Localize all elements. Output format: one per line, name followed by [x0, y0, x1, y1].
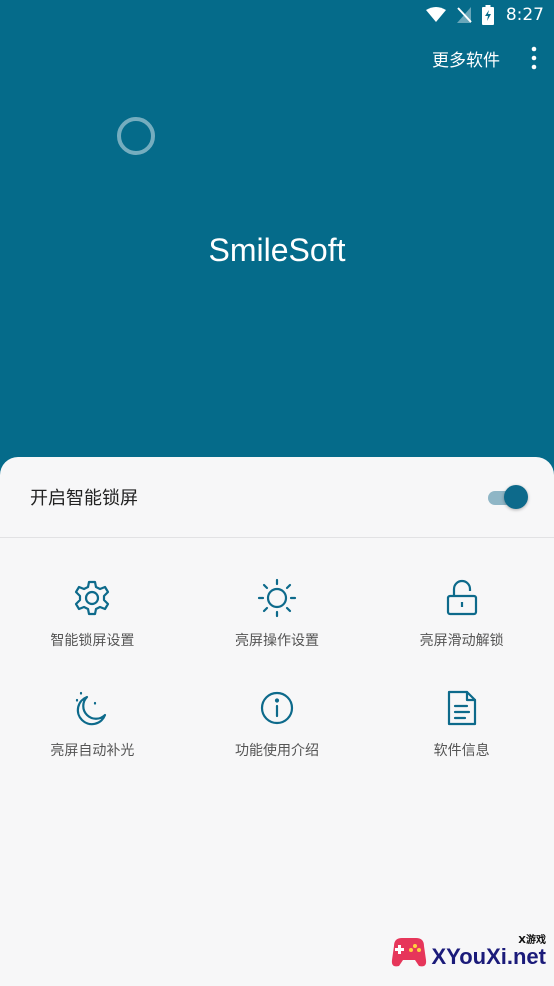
- feature-grid: 智能锁屏设置 亮屏操作设置 亮屏滑动解锁 亮屏自动补光 功能使用介绍 软件信息: [0, 538, 554, 760]
- info-icon: [257, 688, 297, 728]
- loading-spinner: [117, 117, 155, 155]
- grid-item-label: 智能锁屏设置: [50, 633, 135, 649]
- page-title: SmileSoft: [208, 232, 346, 268]
- grid-item-label: 亮屏自动补光: [50, 743, 135, 759]
- battery-charging-icon: [481, 5, 494, 25]
- smart-lock-switch[interactable]: [488, 485, 528, 509]
- grid-item-label: 软件信息: [433, 743, 490, 759]
- status-time: 8:27: [505, 5, 544, 25]
- grid-item-label: 功能使用介绍: [234, 743, 319, 759]
- grid-item-screen-on-settings[interactable]: 亮屏操作设置: [185, 578, 370, 650]
- signal-off-icon: [456, 6, 472, 24]
- unlock-icon: [442, 578, 482, 618]
- watermark-site-text: XYouXi.net: [431, 944, 547, 969]
- sun-icon: [257, 578, 297, 618]
- grid-item-label: 亮屏滑动解锁: [419, 633, 504, 649]
- watermark-text: X游戏 XYouXi.net: [432, 936, 547, 968]
- gear-icon: [72, 578, 112, 618]
- app-bar: 更多软件: [418, 36, 554, 80]
- settings-sheet: 开启智能锁屏 智能锁屏设置 亮屏操作设置 亮屏滑动解锁 亮屏自动补光 功能使用介…: [0, 457, 554, 986]
- gamepad-logo-icon: [388, 932, 428, 972]
- status-bar: 8:27: [0, 0, 554, 30]
- grid-item-auto-fill-light[interactable]: 亮屏自动补光: [0, 688, 185, 760]
- grid-item-lock-settings[interactable]: 智能锁屏设置: [0, 578, 185, 650]
- grid-item-software-info[interactable]: 软件信息: [369, 688, 554, 760]
- site-watermark: X游戏 XYouXi.net: [388, 932, 547, 972]
- moon-icon: [72, 688, 112, 728]
- toggle-label: 开启智能锁屏: [30, 488, 138, 509]
- grid-item-slide-unlock[interactable]: 亮屏滑动解锁: [369, 578, 554, 650]
- smart-lock-toggle-row[interactable]: 开启智能锁屏: [0, 457, 554, 538]
- document-icon: [442, 688, 482, 728]
- switch-thumb: [504, 485, 528, 509]
- more-software-link[interactable]: 更多软件: [418, 38, 514, 79]
- wifi-icon: [425, 7, 446, 23]
- grid-item-label: 亮屏操作设置: [234, 633, 319, 649]
- grid-item-usage-guide[interactable]: 功能使用介绍: [185, 688, 370, 760]
- app-screen: 8:27 更多软件 SmileSoft 开启智能锁屏 智能锁屏设置 亮屏操作设置…: [0, 0, 554, 986]
- more-vert-icon[interactable]: [514, 36, 554, 80]
